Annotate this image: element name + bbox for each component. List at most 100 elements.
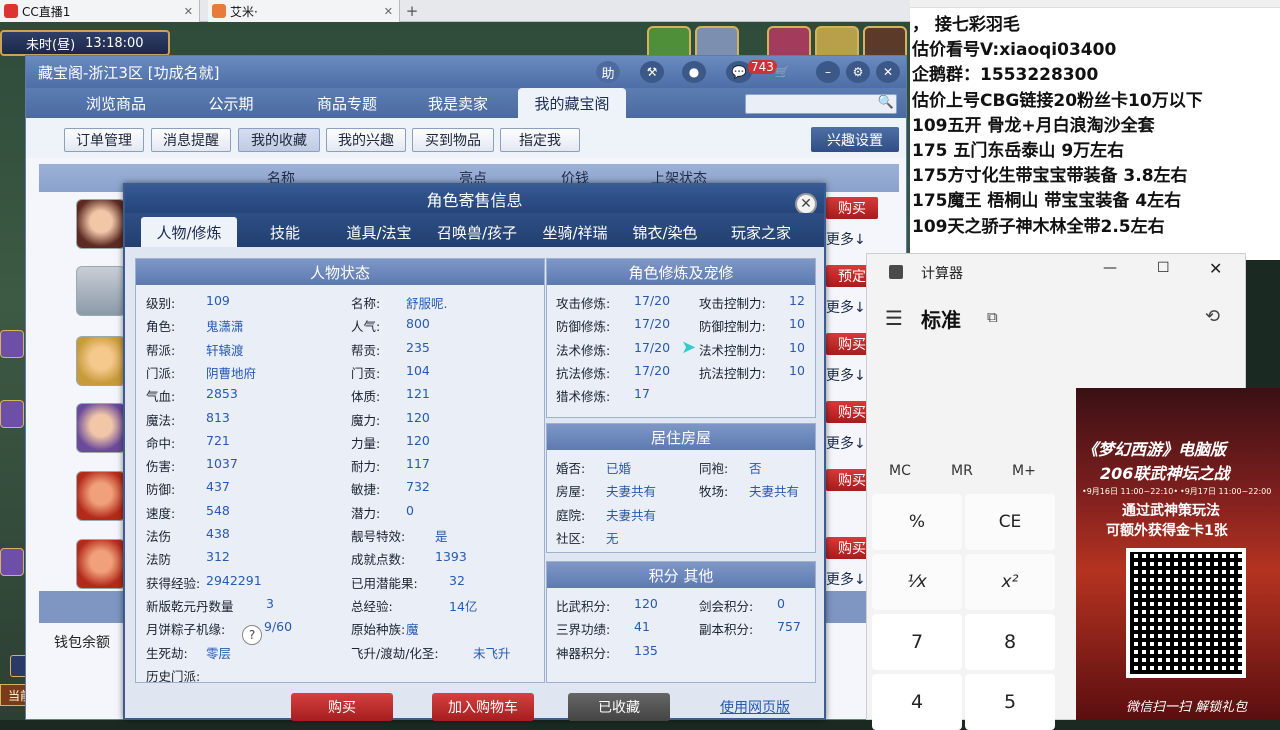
stat-value: 813: [206, 409, 230, 425]
tab-home[interactable]: 玩家之家: [713, 217, 809, 247]
more-button[interactable]: 更多↓: [826, 229, 878, 249]
digit-4-key[interactable]: 4: [872, 674, 962, 730]
buy-button[interactable]: 购买: [826, 197, 878, 219]
minimize-icon[interactable]: –: [816, 61, 840, 83]
stat-row: 婚否: 已婚: [556, 458, 631, 477]
notes-panel: ， 接七彩羽毛 估价看号V:xiaoqi03400 企鹅群：1553228300 估价…: [910, 0, 1280, 260]
stat-row: 名称: 舒服呢.: [351, 293, 447, 312]
nav-seller[interactable]: 我是卖家: [408, 88, 508, 118]
history-icon[interactable]: ⟲: [1205, 306, 1220, 327]
role-thumbnail[interactable]: [76, 199, 126, 249]
time-period: 未时(昼): [26, 37, 76, 53]
help-icon[interactable]: ?: [242, 625, 262, 645]
tab-interests[interactable]: 我的兴趣: [326, 128, 406, 152]
new-tab-button[interactable]: +: [403, 2, 421, 20]
stat-row: 原始种族: 魔: [351, 619, 419, 638]
stat-value: 120: [406, 432, 430, 448]
stat-value: 721: [206, 432, 230, 448]
keep-on-top-icon[interactable]: ⧉: [987, 308, 998, 326]
hud-button[interactable]: [0, 400, 24, 428]
role-thumbnail[interactable]: [76, 471, 126, 521]
role-thumbnail[interactable]: [76, 336, 126, 386]
tab-skills[interactable]: 技能: [243, 217, 327, 247]
nav-my-cbg[interactable]: 我的藏宝阁: [518, 88, 626, 118]
tab-messages[interactable]: 消息提醒: [151, 128, 231, 152]
hud-button[interactable]: [0, 330, 24, 358]
hammer-icon[interactable]: ⚒: [640, 61, 664, 83]
stat-value: 0: [777, 596, 785, 611]
promo-date: •9月17日 11:00~22:00: [1180, 487, 1272, 496]
stat-row: 耐力: 117: [351, 456, 430, 475]
nav-browse[interactable]: 浏览商品: [66, 88, 166, 118]
square-key[interactable]: x²: [965, 554, 1055, 610]
stat-row: 敏捷: 732: [351, 479, 430, 498]
tab-favorites[interactable]: 我的收藏: [238, 128, 320, 152]
tab-assigned[interactable]: 指定我: [500, 128, 580, 152]
interest-settings-button[interactable]: 兴趣设置: [811, 127, 899, 152]
digit-8-key[interactable]: 8: [965, 614, 1055, 670]
role-thumbnail[interactable]: [76, 266, 126, 316]
stat-value: 17: [634, 386, 650, 402]
close-icon[interactable]: ✕: [184, 5, 193, 18]
tab-pets[interactable]: 召唤兽/孩子: [429, 217, 525, 247]
menu-icon[interactable]: ☰: [885, 306, 903, 330]
role-thumbnail[interactable]: [76, 403, 126, 453]
browser-tab-cc[interactable]: CC直播1 ✕: [0, 0, 200, 22]
web-version-link[interactable]: 使用网页版: [705, 693, 805, 721]
minimize-icon[interactable]: —: [1103, 260, 1117, 276]
cart-icon[interactable]: 🛒: [770, 61, 794, 83]
digit-5-key[interactable]: 5: [965, 674, 1055, 730]
close-icon[interactable]: ✕: [795, 193, 817, 215]
percent-key[interactable]: %: [872, 494, 962, 550]
stat-row: 牧场: 夫妻共有: [699, 481, 799, 500]
stat-label: 抗法修炼:: [556, 365, 611, 381]
tab-mounts[interactable]: 坐骑/祥瑞: [529, 217, 621, 247]
help-icon[interactable]: 助: [596, 61, 620, 83]
clear-entry-key[interactable]: CE: [965, 494, 1055, 550]
note-line: 估价看号V:xiaoqi03400: [912, 40, 1117, 61]
stat-label: 生死劫:: [146, 645, 188, 661]
stat-label: 剑会积分:: [699, 599, 754, 614]
stat-label: 法防: [146, 552, 172, 568]
tab-outfits[interactable]: 锦衣/染色: [625, 217, 705, 247]
maximize-icon[interactable]: ☐: [1157, 260, 1170, 276]
memory-add-button[interactable]: M+: [1012, 463, 1036, 479]
stat-label: 级别:: [146, 296, 176, 311]
memory-clear-button[interactable]: MC: [889, 463, 911, 479]
browser-tab-aimi[interactable]: 艾米· ✕: [208, 0, 400, 22]
hud-button[interactable]: [0, 548, 24, 576]
note-line: 175魔王 梧桐山 带宝宝装备 4左右: [912, 191, 1182, 212]
reciprocal-key[interactable]: ¹⁄x: [872, 554, 962, 610]
stat-label: 神器积分:: [556, 645, 611, 661]
promo-subtitle: 206联武神坛之战: [1100, 464, 1230, 483]
stat-row: 抗法修炼: 17/20: [556, 363, 670, 382]
close-icon[interactable]: ✕: [384, 5, 393, 18]
add-to-cart-button[interactable]: 加入购物车: [432, 693, 534, 721]
nav-publicity[interactable]: 公示期: [181, 88, 281, 118]
stat-label: 新版乾元丹数量: [146, 598, 234, 614]
stat-label: 原始种族:: [351, 622, 406, 638]
stat-row: 抗法控制力: 10: [699, 363, 805, 382]
search-input[interactable]: 🔍: [745, 94, 897, 114]
search-icon[interactable]: 🔍: [878, 95, 894, 110]
stat-label: 防御修炼:: [556, 319, 611, 335]
record-icon[interactable]: ●: [682, 61, 706, 83]
favorited-button[interactable]: 已收藏: [568, 693, 670, 721]
tab-bought[interactable]: 买到物品: [412, 128, 494, 152]
buy-button[interactable]: 购买: [291, 693, 393, 721]
stat-row: 法术修炼: 17/20: [556, 340, 670, 359]
promo-banner[interactable]: 《梦幻西游》电脑版 206联武神坛之战 •9月16日 11:00~22:10• …: [1076, 388, 1280, 720]
tab-orders[interactable]: 订单管理: [64, 128, 144, 152]
gear-icon[interactable]: ⚙: [846, 61, 870, 83]
memory-recall-button[interactable]: MR: [951, 463, 973, 479]
role-thumbnail[interactable]: [76, 539, 126, 589]
stat-label: 魔法:: [146, 412, 176, 428]
close-icon[interactable]: ✕: [876, 61, 900, 83]
tab-items[interactable]: 道具/法宝: [333, 217, 425, 247]
stat-label: 飞升/渡劫/化圣:: [351, 645, 439, 661]
tab-character[interactable]: 人物/修炼: [141, 217, 237, 247]
nav-topics[interactable]: 商品专题: [294, 88, 400, 118]
digit-7-key[interactable]: 7: [872, 614, 962, 670]
close-icon[interactable]: ✕: [1209, 259, 1222, 278]
stat-row: 门贡: 104: [351, 363, 430, 382]
